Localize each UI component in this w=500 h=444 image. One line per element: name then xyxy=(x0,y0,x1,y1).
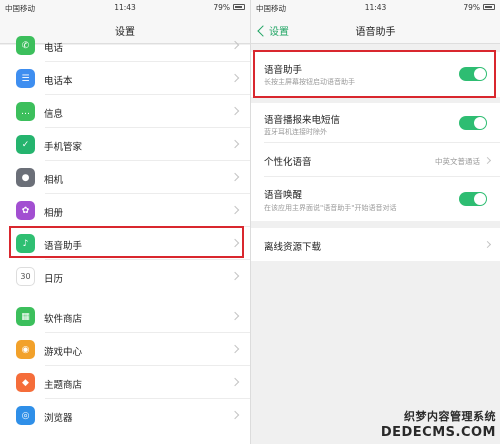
page-title: 语音助手 xyxy=(355,27,396,38)
settings-item-label: 电话本 xyxy=(44,76,73,87)
chevron-right-icon xyxy=(230,344,240,354)
wake-toggle[interactable] xyxy=(459,192,487,206)
watermark-domain: DEDECMS.COM xyxy=(380,425,496,440)
battery-icon xyxy=(483,4,495,10)
status-bar-right: 中国移动 11:43 79% xyxy=(251,0,500,14)
broadcast-title: 语音播报来电短信 xyxy=(264,115,341,126)
chevron-right-icon xyxy=(230,172,240,182)
chevron-right-icon xyxy=(230,139,240,149)
settings-item-contacts[interactable]: ☰ 电话本 xyxy=(0,62,250,95)
selected-item-highlight xyxy=(9,226,244,258)
settings-item-security[interactable]: ✓ 手机管家 xyxy=(0,128,250,161)
settings-item-label: 软件商店 xyxy=(44,314,83,325)
wake-subtitle: 在该应用主界面说"语音助手"开始语音对话 xyxy=(264,204,397,212)
chevron-right-icon xyxy=(230,311,240,321)
voice-settings-group: 语音播报来电短信 蓝牙耳机连接时除外 个性化语音 中英文普通话 语音唤醒 在该应… xyxy=(251,103,500,221)
chevron-right-icon xyxy=(230,40,240,50)
settings-item-album[interactable]: ✿ 相册 xyxy=(0,194,250,227)
personal-voice-row[interactable]: 个性化语音 中英文普通话 xyxy=(251,143,500,177)
settings-item-label: 游戏中心 xyxy=(44,347,83,358)
personal-voice-value: 中英文普通话 xyxy=(435,157,480,166)
assistant-row-highlight xyxy=(253,50,496,98)
wake-row[interactable]: 语音唤醒 在该应用主界面说"语音助手"开始语音对话 xyxy=(251,177,500,221)
settings-item-label: 电话 xyxy=(44,43,64,54)
settings-item-theme-store[interactable]: ◆ 主题商店 xyxy=(0,366,250,399)
chevron-right-icon xyxy=(230,377,240,387)
battery-icon xyxy=(233,4,245,10)
personal-voice-title: 个性化语音 xyxy=(264,157,312,168)
contacts-icon: ☰ xyxy=(16,69,35,88)
settings-item-game-center[interactable]: ◉ 游戏中心 xyxy=(0,333,250,366)
settings-item-message[interactable]: … 信息 xyxy=(0,95,250,128)
chevron-right-icon xyxy=(483,240,492,249)
wake-title: 语音唤醒 xyxy=(264,190,303,201)
settings-item-label: 相机 xyxy=(44,175,64,186)
broadcast-subtitle: 蓝牙耳机连接时除外 xyxy=(264,128,327,136)
calendar-icon: 30 xyxy=(16,267,35,286)
offline-download-title: 离线资源下载 xyxy=(264,242,322,253)
chevron-right-icon xyxy=(230,73,240,83)
chevron-right-icon xyxy=(230,106,240,116)
camera-icon: ● xyxy=(16,168,35,187)
theme-store-icon: ◆ xyxy=(16,373,35,392)
settings-item-label: 手机管家 xyxy=(44,142,83,153)
settings-item-browser[interactable]: ◎ 浏览器 xyxy=(0,399,250,432)
settings-item-app-store[interactable]: ▦ 软件商店 xyxy=(0,300,250,333)
chevron-right-icon xyxy=(230,205,240,215)
settings-item-label: 主题商店 xyxy=(44,380,83,391)
security-icon: ✓ xyxy=(16,135,35,154)
chevron-right-icon xyxy=(230,271,240,281)
settings-item-phone[interactable]: ✆ 电话 xyxy=(0,29,250,62)
chevron-right-icon xyxy=(230,410,240,420)
settings-item-label: 相册 xyxy=(44,208,64,219)
chevron-right-icon xyxy=(483,156,492,165)
browser-icon: ◎ xyxy=(16,406,35,425)
settings-item-calendar[interactable]: 30 日历 xyxy=(0,260,250,293)
voice-assistant-panel: 中国移动 11:43 79% 设置 语音助手 语音助手 长按主屏幕按钮启动语音助… xyxy=(250,0,500,444)
watermark-title: 织梦内容管理系统 xyxy=(404,410,496,423)
settings-item-label: 浏览器 xyxy=(44,413,73,424)
status-bar: 中国移动 11:43 79% xyxy=(0,0,250,14)
watermark: 织梦内容管理系统 DEDECMS.COM xyxy=(366,408,496,442)
album-icon: ✿ xyxy=(16,201,35,220)
settings-panel: 中国移动 11:43 79% 设置 ✆ 电话 ☰ 电话本… 信息 ✓ 手机管家 ● 相机 ✿ 相册 ♪… xyxy=(0,0,250,444)
broadcast-toggle[interactable] xyxy=(459,116,487,130)
battery-level: 79% xyxy=(463,3,480,12)
app-store-icon: ▦ xyxy=(16,307,35,326)
offline-download-row[interactable]: 离线资源下载 xyxy=(251,228,500,261)
game-center-icon: ◉ xyxy=(16,340,35,359)
settings-item-label: 日历 xyxy=(44,274,64,285)
voice-assistant-navbar: 设置 语音助手 xyxy=(251,14,500,44)
message-icon: … xyxy=(16,102,35,121)
settings-item-camera[interactable]: ● 相机 xyxy=(0,161,250,194)
phone-icon: ✆ xyxy=(16,36,35,55)
battery-level: 79% xyxy=(213,3,230,12)
settings-item-label: 信息 xyxy=(44,109,64,120)
broadcast-row[interactable]: 语音播报来电短信 蓝牙耳机连接时除外 xyxy=(251,103,500,143)
